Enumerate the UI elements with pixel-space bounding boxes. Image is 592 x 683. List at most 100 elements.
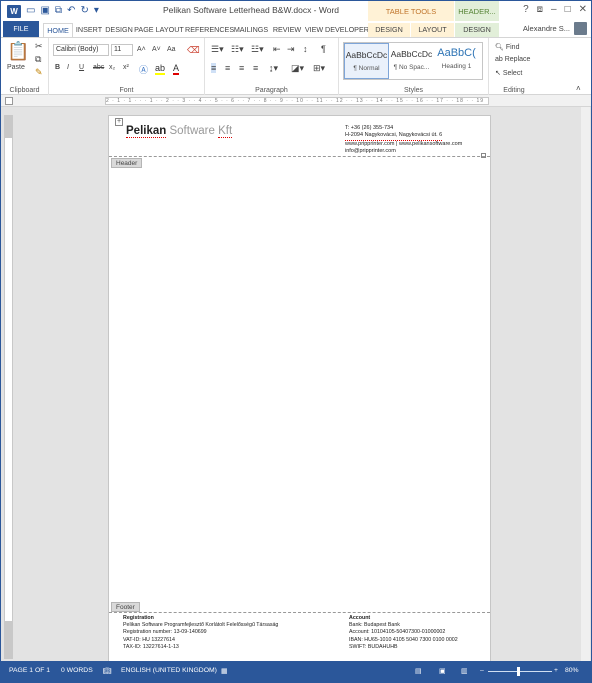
italic-button[interactable]: I xyxy=(67,64,69,71)
tab-table-layout[interactable]: LAYOUT xyxy=(411,23,454,37)
open-icon[interactable]: ▭ xyxy=(26,4,35,18)
zoom-in-icon[interactable]: + xyxy=(554,667,558,674)
tab-selector[interactable] xyxy=(5,97,13,105)
style-heading-1[interactable]: AaBbC( Heading 1 xyxy=(434,43,479,79)
multilevel-list-icon[interactable]: ☳▾ xyxy=(251,44,264,55)
font-name-select[interactable]: Calibri (Body) xyxy=(53,44,109,56)
tab-home[interactable]: HOME xyxy=(43,23,73,37)
user-account[interactable]: Alexandre S... xyxy=(523,22,587,35)
ruler-scale[interactable]: 2 · 1 · 1 · · · 1 · · 2 · · 3 · · 4 · · … xyxy=(105,97,489,105)
copy-icon[interactable]: ⧉ xyxy=(35,54,41,65)
tab-view[interactable]: VIEW xyxy=(303,23,325,37)
grow-font-button[interactable]: A˄ xyxy=(137,46,146,53)
clipboard-label: Clipboard xyxy=(9,87,40,94)
print-layout-icon[interactable]: ▣ xyxy=(439,667,445,675)
proofing-icon[interactable]: 📖︎ xyxy=(103,667,112,675)
clear-formatting-icon[interactable]: ⌫ xyxy=(187,45,200,56)
minimize-icon[interactable]: – xyxy=(551,4,557,15)
web-layout-icon[interactable]: ▥ xyxy=(461,667,467,675)
copy-icon[interactable]: ⧉ xyxy=(55,4,62,18)
paragraph-group: ☰▾ ☷▾ ☳▾ ⇤ ⇥ ↕ ¶ ≡ ≡ ≡ ≡ ↨▾ ◪▾ ⊞▾ Paragr… xyxy=(205,38,339,95)
show-marks-icon[interactable]: ¶ xyxy=(321,44,326,54)
zoom-level[interactable]: 80% xyxy=(565,667,579,674)
font-color-icon[interactable]: A xyxy=(173,63,180,75)
bold-button[interactable]: B xyxy=(55,64,60,71)
tab-file[interactable]: FILE xyxy=(3,21,39,37)
horizontal-ruler: 2 · 1 · 1 · · · 1 · · 2 · · 3 · · 4 · · … xyxy=(1,95,591,107)
tab-developer[interactable]: DEVELOPER xyxy=(325,23,369,37)
bullets-icon[interactable]: ☰▾ xyxy=(211,44,224,55)
language-status[interactable]: ENGLISH (UNITED KINGDOM) xyxy=(121,667,217,674)
quick-access-toolbar: W ▭ ▣ ⧉ ↶ ↻ ▾ xyxy=(7,4,99,18)
undo-icon[interactable]: ↶ xyxy=(67,4,75,18)
macro-record-icon[interactable]: ▦ xyxy=(221,667,227,675)
redo-icon[interactable]: ↻ xyxy=(80,4,88,18)
header-tag[interactable]: Header xyxy=(111,158,143,168)
select-button[interactable]: ↖ Select xyxy=(495,69,522,77)
status-bar: PAGE 1 OF 1 0 WORDS 📖︎ ENGLISH (UNITED K… xyxy=(1,661,591,682)
zoom-slider-thumb[interactable] xyxy=(517,667,520,676)
superscript-button[interactable]: x² xyxy=(123,64,129,71)
numbering-icon[interactable]: ☷▾ xyxy=(231,44,244,55)
select-label: Select xyxy=(502,70,523,77)
find-button[interactable]: 🔍︎ Find xyxy=(495,43,519,51)
underline-button[interactable]: U xyxy=(79,64,84,71)
user-name: Alexandre S... xyxy=(522,24,570,33)
change-case-button[interactable]: Aa xyxy=(167,46,176,53)
zoom-out-icon[interactable]: – xyxy=(480,667,484,674)
close-icon[interactable]: ✕ xyxy=(579,4,587,15)
style-normal[interactable]: AaBbCcDc ¶ Normal xyxy=(344,43,389,79)
replace-icon: ab xyxy=(495,56,505,63)
highlight-icon[interactable]: ab xyxy=(155,63,166,75)
font-size-select[interactable]: 11 xyxy=(111,44,133,56)
text-effects-icon[interactable]: Ⓐ xyxy=(139,63,148,76)
tab-review[interactable]: REVIEW xyxy=(271,23,303,37)
shading-icon[interactable]: ◪▾ xyxy=(291,63,304,74)
borders-icon[interactable]: ⊞▾ xyxy=(313,63,325,74)
cut-icon[interactable]: ✂ xyxy=(35,41,43,52)
maximize-icon[interactable]: □ xyxy=(565,4,571,15)
tab-insert[interactable]: INSERT xyxy=(74,23,104,37)
save-icon[interactable]: ▣ xyxy=(40,4,49,18)
registration-tax: TAX-ID: 13227614-1-13 xyxy=(123,643,179,650)
sort-icon[interactable]: ↕ xyxy=(303,44,308,54)
format-painter-icon[interactable]: ✎ xyxy=(35,67,43,78)
word-logo-icon[interactable]: W xyxy=(7,4,21,18)
shrink-font-button[interactable]: A˅ xyxy=(152,46,161,53)
line-spacing-icon[interactable]: ↨▾ xyxy=(269,63,278,74)
tab-design[interactable]: DESIGN xyxy=(104,23,134,37)
justify-icon[interactable]: ≡ xyxy=(253,63,258,73)
footer-tag[interactable]: Footer xyxy=(111,602,140,612)
read-mode-icon[interactable]: ▤ xyxy=(415,667,421,675)
styles-label: Styles xyxy=(403,87,424,94)
style-no-spacing[interactable]: AaBbCcDc ¶ No Spac... xyxy=(389,43,434,79)
page-count[interactable]: PAGE 1 OF 1 xyxy=(9,667,50,674)
ribbon-display-icon[interactable]: ⧈ xyxy=(537,4,543,15)
word-count[interactable]: 0 WORDS xyxy=(61,667,93,674)
vertical-scrollbar[interactable] xyxy=(581,107,590,661)
contact-email: info@pripprinter.com xyxy=(345,147,396,154)
tab-table-design[interactable]: DESIGN xyxy=(368,23,410,37)
decrease-indent-icon[interactable]: ⇤ xyxy=(273,44,281,55)
document-page[interactable]: + Pelikan Software Kft T: +36 (26) 355-7… xyxy=(108,115,491,667)
customize-qat-icon[interactable]: ▾ xyxy=(94,4,99,18)
strikethrough-button[interactable]: abc xyxy=(93,64,104,71)
replace-button[interactable]: ab Replace xyxy=(495,56,530,63)
zoom-slider[interactable] xyxy=(488,671,552,672)
paste-icon[interactable]: 📋 xyxy=(7,41,29,62)
vertical-ruler[interactable] xyxy=(4,115,13,659)
collapse-ribbon-icon[interactable]: ˄ xyxy=(576,84,581,93)
paste-button[interactable]: Paste xyxy=(7,64,25,71)
align-right-icon[interactable]: ≡ xyxy=(239,63,244,73)
table-move-handle[interactable]: + xyxy=(115,118,123,126)
tab-header-design[interactable]: DESIGN xyxy=(455,23,499,37)
tab-references[interactable]: REFERENCES xyxy=(185,23,234,37)
subscript-button[interactable]: x₂ xyxy=(109,64,115,71)
align-center-icon[interactable]: ≡ xyxy=(225,63,230,73)
help-icon[interactable]: ? xyxy=(523,4,529,15)
tab-mailings[interactable]: MAILINGS xyxy=(232,23,270,37)
increase-indent-icon[interactable]: ⇥ xyxy=(287,44,295,55)
align-left-icon[interactable]: ≡ xyxy=(211,63,217,73)
tab-page-layout[interactable]: PAGE LAYOUT xyxy=(134,23,184,37)
find-label: Find xyxy=(505,44,520,51)
